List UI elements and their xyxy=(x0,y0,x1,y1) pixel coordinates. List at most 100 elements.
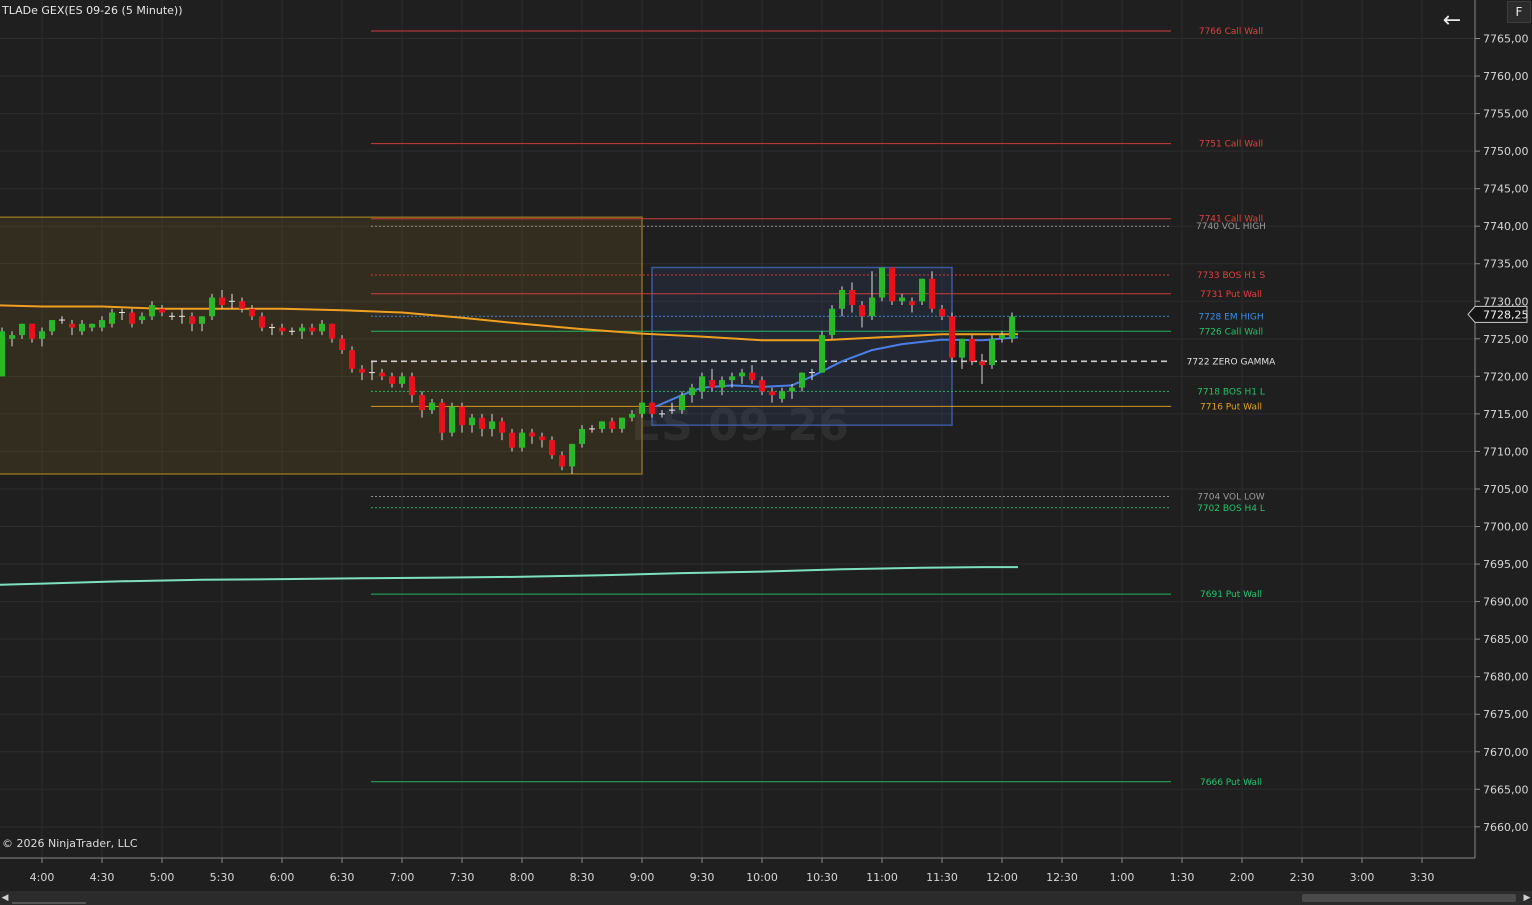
price-axis-label: 7685,00 xyxy=(1483,633,1529,646)
time-axis-label: 9:30 xyxy=(690,871,715,884)
gex-level-label: 7726 Call Wall xyxy=(1199,327,1263,337)
gex-level-label: 7766 Call Wall xyxy=(1199,27,1263,37)
time-axis-label: 12:00 xyxy=(986,871,1018,884)
candle-body xyxy=(689,387,695,396)
candle-body xyxy=(79,323,85,332)
candle-body xyxy=(819,335,825,373)
candle-body xyxy=(559,455,565,467)
gex-level-label: 7704 VOL LOW xyxy=(1197,492,1265,502)
candle-body xyxy=(99,320,105,328)
candle-body xyxy=(909,301,915,306)
candle-body xyxy=(859,305,865,317)
time-axis-label: 12:30 xyxy=(1046,871,1078,884)
gex-level-label: 7691 Put Wall xyxy=(1200,590,1262,600)
candle-body xyxy=(349,350,355,369)
candle-body xyxy=(409,376,415,396)
price-axis-label: 7765,00 xyxy=(1483,33,1529,46)
f-button[interactable]: F xyxy=(1507,1,1531,23)
price-axis-label: 7745,00 xyxy=(1483,183,1529,196)
price-axis-label: 7695,00 xyxy=(1483,558,1529,571)
candle-body xyxy=(439,402,445,433)
candle-body xyxy=(339,338,345,351)
gex-level-label: 7733 BOS H1 S xyxy=(1197,271,1266,281)
candle-body xyxy=(539,436,545,441)
candle-body xyxy=(929,278,935,309)
time-axis-label: 3:30 xyxy=(1410,871,1435,884)
candle-body xyxy=(979,361,985,366)
gex-level-label: 7722 ZERO GAMMA xyxy=(1187,357,1276,367)
candle-body xyxy=(419,395,425,411)
candle-body xyxy=(159,308,165,313)
candle-body xyxy=(679,395,685,411)
candle-body xyxy=(719,380,725,388)
price-axis-label: 7680,00 xyxy=(1483,671,1529,684)
scroll-thumb[interactable] xyxy=(1302,894,1516,902)
candle-body xyxy=(469,417,475,426)
scroll-track-mark xyxy=(12,902,86,904)
candle-body xyxy=(359,368,365,373)
candle-body xyxy=(949,316,955,358)
candle-body xyxy=(899,297,905,302)
gex-level-label: 7666 Put Wall xyxy=(1200,778,1262,788)
candle-body xyxy=(529,432,535,437)
price-axis-label: 7700,00 xyxy=(1483,521,1529,534)
price-axis-label: 7740,00 xyxy=(1483,220,1529,233)
candle-body xyxy=(479,417,485,429)
candle-body xyxy=(989,338,995,366)
price-axis-label: 7705,00 xyxy=(1483,483,1529,496)
candle-body xyxy=(839,290,845,309)
time-axis-label: 8:00 xyxy=(510,871,535,884)
candle-body xyxy=(69,323,75,328)
copyright-text: © 2026 NinjaTrader, LLC xyxy=(2,837,138,850)
candle-body xyxy=(869,297,875,317)
gex-level-label: 7751 Call Wall xyxy=(1199,140,1263,150)
candle-body xyxy=(49,320,55,332)
candle-body xyxy=(259,316,265,328)
price-axis-label: 7670,00 xyxy=(1483,746,1529,759)
candle-body xyxy=(129,312,135,324)
candle-body xyxy=(109,312,115,324)
time-axis-label: 11:00 xyxy=(866,871,898,884)
opening-range-box xyxy=(651,266,953,426)
candle-body xyxy=(849,290,855,306)
time-axis-label: 10:30 xyxy=(806,871,838,884)
candle-body xyxy=(279,327,285,332)
candle-body xyxy=(709,380,715,388)
candle-body xyxy=(29,323,35,339)
price-chart[interactable]: ES 09-267766 Call Wall7751 Call Wall7741… xyxy=(0,0,1532,905)
gex-level-label: 7740 VOL HIGH xyxy=(1196,222,1266,232)
candle-body xyxy=(799,372,805,388)
price-axis-label: 7760,00 xyxy=(1483,70,1529,83)
time-axis-label: 1:30 xyxy=(1170,871,1195,884)
candle-body xyxy=(619,417,625,429)
candle-body xyxy=(19,323,25,336)
candle-body xyxy=(969,338,975,362)
candle-body xyxy=(629,413,635,418)
horizontal-scrollbar[interactable]: ◀ ▶ xyxy=(0,891,1532,905)
candle-body xyxy=(449,406,455,433)
time-axis-label: 1:00 xyxy=(1110,871,1135,884)
candle-body xyxy=(919,278,925,302)
candle-body xyxy=(569,443,575,467)
candle-body xyxy=(519,432,525,448)
time-axis-label: 10:00 xyxy=(746,871,778,884)
premarket-range-box xyxy=(0,216,643,475)
candle-body xyxy=(829,308,835,336)
candle-body xyxy=(609,421,615,429)
price-axis-label: 7690,00 xyxy=(1483,596,1529,609)
time-axis-label: 7:00 xyxy=(390,871,415,884)
candle-body xyxy=(579,428,585,444)
time-axis-label: 6:30 xyxy=(330,871,355,884)
candle-body xyxy=(739,372,745,377)
candle-body xyxy=(759,380,765,392)
candle-body xyxy=(499,421,505,433)
time-axis-label: 5:30 xyxy=(210,871,235,884)
scroll-left-arrow-icon[interactable]: ◀ xyxy=(0,891,10,905)
time-axis-label: 6:00 xyxy=(270,871,295,884)
arrow-left-icon[interactable]: ← xyxy=(1438,8,1466,34)
last-price-label: 7728,25 xyxy=(1483,308,1529,321)
scroll-right-arrow-icon[interactable]: ▶ xyxy=(1522,891,1532,905)
candle-body xyxy=(199,316,205,324)
price-axis-label: 7725,00 xyxy=(1483,333,1529,346)
candle-body xyxy=(39,331,45,339)
